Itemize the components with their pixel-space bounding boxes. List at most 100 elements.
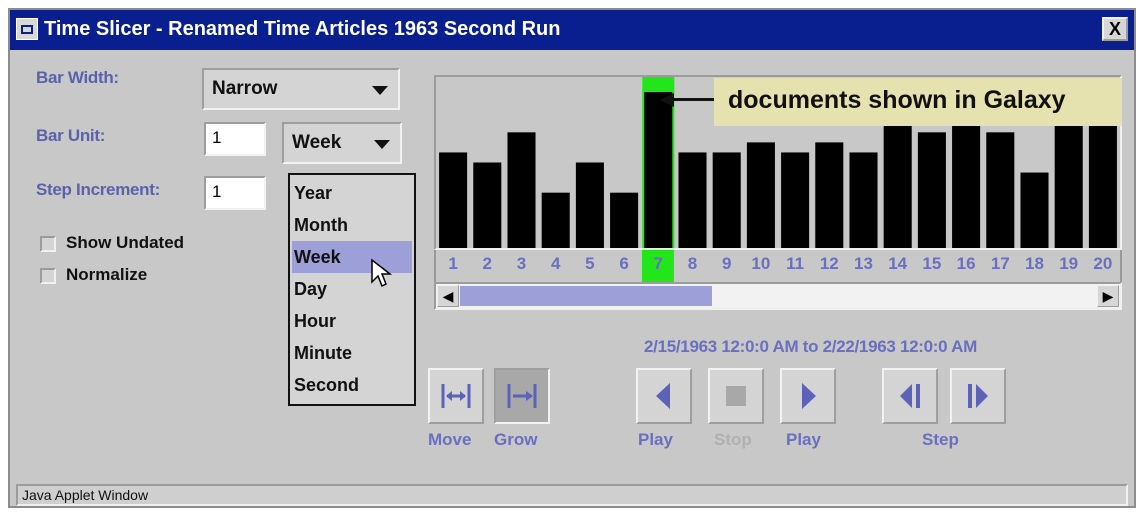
normalize-checkbox[interactable] [40,268,56,284]
bar-20[interactable] [1088,122,1117,248]
bar-index-label: 20 [1093,254,1113,273]
bar-unit-combo[interactable]: Week [282,122,402,164]
bar-width-label: Bar Width: [36,68,119,87]
play-forward-button[interactable] [780,368,836,424]
bar-width-value: Narrow [212,78,278,99]
grow-label: Grow [494,430,538,449]
time-slicer-window: Time Slicer - Renamed Time Articles 1963… [8,8,1136,508]
bar-10[interactable] [746,142,775,248]
bar-7[interactable] [644,92,673,248]
show-undated-checkbox[interactable] [40,236,56,252]
bar-3[interactable] [507,132,536,248]
step-increment-field[interactable]: 1 [204,176,266,210]
unit-option-year[interactable]: Year [292,177,412,209]
close-button[interactable]: X [1102,17,1128,41]
play-forward-label: Play [786,430,821,449]
bar-index-label: 13 [854,254,873,273]
step-label: Step [922,430,959,449]
normalize-label: Normalize [66,265,148,284]
bar-19[interactable] [1054,122,1083,248]
move-label: Move [428,430,472,449]
status-text: Java Applet Window [22,487,149,503]
bar-index-label: 12 [819,254,839,273]
bar-width-combo[interactable]: Narrow [202,68,400,110]
step-forward-icon [968,384,988,408]
scroll-left-button[interactable]: ◀ [437,285,459,307]
bar-index-label: 2 [482,254,493,273]
unit-option-minute[interactable]: Minute [292,337,412,369]
unit-dropdown-list[interactable]: Year Month Week Day Hour Minute Second [288,173,416,406]
annotation-text: documents shown in Galaxy [728,86,1066,114]
bar-4[interactable] [541,192,570,248]
bar-6[interactable] [610,192,639,248]
step-forward-button[interactable] [950,368,1006,424]
title-bar[interactable]: Time Slicer - Renamed Time Articles 1963… [10,10,1134,50]
stop-button[interactable] [708,368,764,424]
bar-index-label: 8 [687,254,698,273]
bar-index-label: 16 [956,254,976,273]
play-backward-label: Play [638,430,673,449]
bar-2[interactable] [473,162,502,249]
bar-17[interactable] [986,132,1015,248]
bar-index-label: 4 [550,254,561,273]
bar-index-label: 17 [990,254,1010,273]
bar-1[interactable] [439,152,468,248]
unit-option-month[interactable]: Month [292,209,412,241]
bar-16[interactable] [952,122,981,248]
bar-index-label: 14 [888,254,908,273]
unit-option-day[interactable]: Day [292,273,412,305]
status-bar: Java Applet Window [16,484,1128,506]
unit-option-week[interactable]: Week [292,241,412,273]
scroll-right-button[interactable]: ▶ [1097,285,1119,307]
bar-index-label: 15 [922,254,942,273]
scroll-thumb[interactable] [460,286,712,306]
bar-unit-value: Week [292,132,342,153]
stop-icon [726,386,746,406]
annotation-callout: documents shown in Galaxy [714,78,1122,126]
chevron-down-icon [372,86,388,95]
bar-index-label: 18 [1025,254,1044,273]
bar-15[interactable] [917,132,946,248]
bar-index-label: 10 [751,254,771,273]
bar-11[interactable] [781,152,810,248]
annotation-arrow-line [672,98,716,101]
window-icon [16,18,38,40]
date-range-text: 2/15/1963 12:0:0 AM to 2/22/1963 12:0:0 … [644,337,977,356]
bar-index-label: 5 [585,254,595,273]
bar-18[interactable] [1020,172,1049,248]
bar-14[interactable] [883,112,912,248]
timeline-scrollbar[interactable]: ◀ ▶ [434,282,1122,310]
bar-index-label: 3 [516,254,527,273]
step-increment-label: Step Increment: [36,180,160,199]
grow-button[interactable] [494,368,550,424]
grow-icon [507,384,537,408]
bar-5[interactable] [575,162,604,249]
bar-index-label: 9 [721,254,732,273]
bar-index-label: 1 [448,254,458,273]
play-left-icon [656,383,670,409]
bar-13[interactable] [849,152,878,248]
mouse-pointer-icon [371,258,392,288]
step-back-icon [900,384,920,408]
bar-index-label: 7 [653,254,664,273]
bar-index-label: 6 [619,254,629,273]
play-right-icon [802,383,816,409]
show-undated-label: Show Undated [66,233,185,252]
move-icon [441,384,471,408]
bar-index-row: 1 2 3 4 5 6 7 8 9 10 11 12 13 14 15 16 17 18 19 20 [434,250,1122,282]
step-backward-button[interactable] [882,368,938,424]
chevron-down-icon [374,140,390,149]
play-backward-button[interactable] [636,368,692,424]
move-button[interactable] [428,368,484,424]
bar-8[interactable] [678,152,707,248]
unit-option-second[interactable]: Second [292,369,412,401]
bar-index-label: 11 [786,254,805,273]
bar-12[interactable] [815,142,844,248]
unit-option-hour[interactable]: Hour [292,305,412,337]
bar-unit-label: Bar Unit: [36,126,106,145]
bar-9[interactable] [712,152,741,248]
bar-unit-count-field[interactable]: 1 [204,122,266,156]
arrow-left-icon [660,93,674,107]
stop-label: Stop [714,430,752,449]
bar-index-label: 19 [1059,254,1079,273]
